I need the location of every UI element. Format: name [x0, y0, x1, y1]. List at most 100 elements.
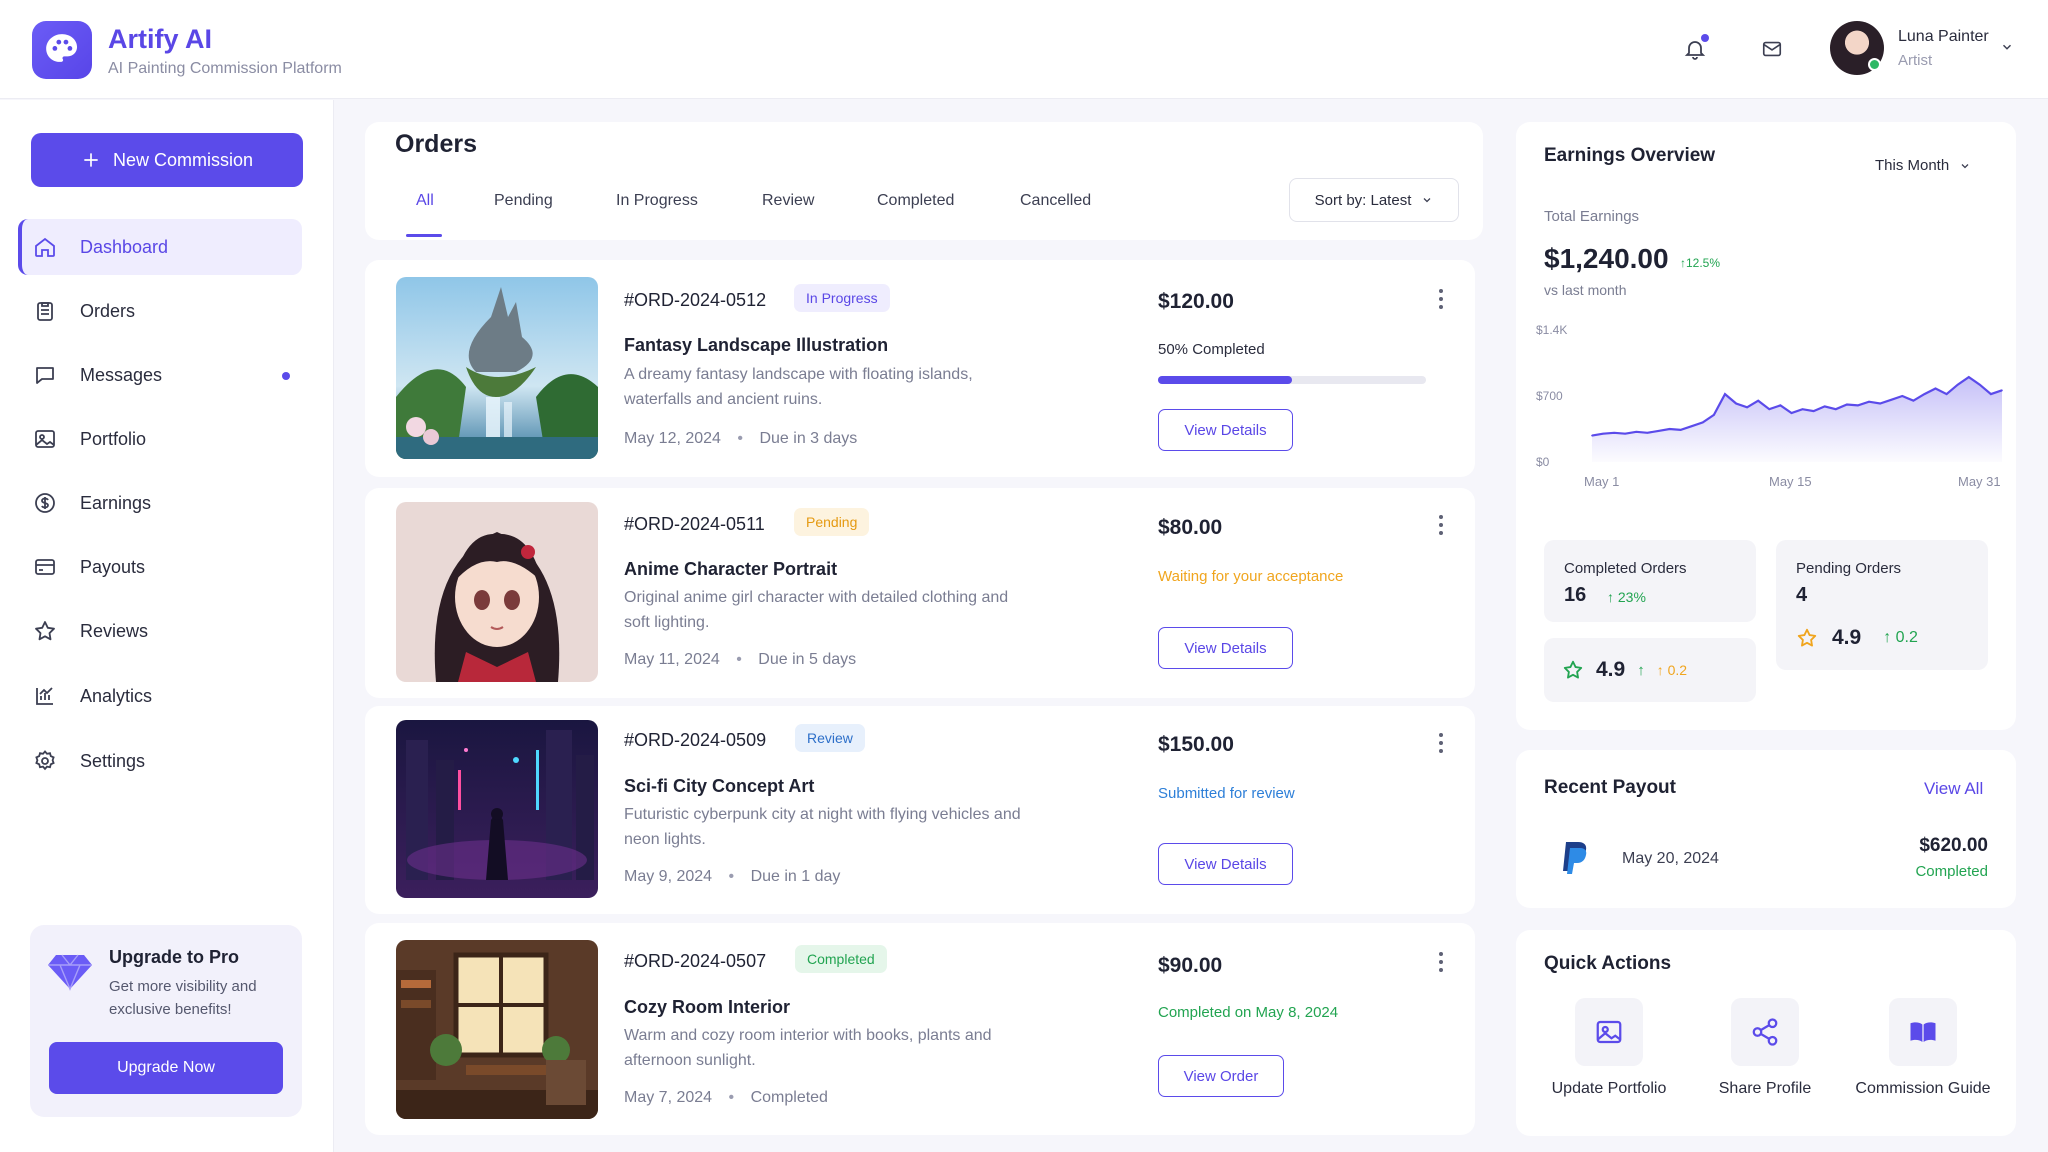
order-card[interactable]: #ORD-2024-0509 Review Sci-fi City Concep…	[365, 706, 1475, 914]
order-due: Due in 1 day	[750, 868, 841, 885]
earnings-point	[1602, 432, 1604, 435]
update-portfolio-label: Update Portfolio	[1551, 1080, 1667, 1097]
share-icon	[1731, 998, 1799, 1066]
x-tick-label: May 1	[1584, 474, 1619, 489]
star-icon	[32, 618, 58, 644]
app-subtitle: AI Painting Commission Platform	[108, 60, 342, 77]
arrow-up-icon: ↑	[1607, 589, 1614, 605]
order-card[interactable]: #ORD-2024-0507 Completed Cozy Room Inter…	[365, 923, 1475, 1135]
order-id: #ORD-2024-0511	[624, 514, 765, 534]
earnings-point	[1990, 393, 1992, 395]
upgrade-now-button[interactable]: Upgrade Now	[49, 1042, 283, 1094]
chat-icon	[32, 362, 58, 388]
tab-pending[interactable]: Pending	[494, 192, 553, 210]
order-status-text: Waiting for your acceptance	[1158, 568, 1344, 585]
order-price: $120.00	[1158, 290, 1234, 313]
sidebar-item-settings[interactable]: Settings	[18, 733, 302, 789]
update-portfolio-button[interactable]: Update Portfolio	[1539, 998, 1679, 1098]
order-id: #ORD-2024-0512	[624, 290, 767, 310]
share-profile-button[interactable]: Share Profile	[1695, 998, 1835, 1098]
y-tick-label: $0	[1536, 455, 1550, 469]
earnings-point	[1834, 408, 1837, 410]
unread-dot	[282, 372, 290, 380]
more-options-icon[interactable]	[1439, 733, 1445, 757]
sidebar-item-reviews[interactable]: Reviews	[18, 603, 302, 659]
chevron-down-icon	[1961, 163, 1969, 168]
sidebar-item-dashboard[interactable]: Dashboard	[18, 219, 302, 275]
order-id: #ORD-2024-0509	[624, 730, 767, 750]
sidebar-item-earnings[interactable]: Earnings	[18, 475, 302, 531]
x-tick-label: May 31	[1958, 474, 2001, 489]
quick-actions-title: Quick Actions	[1544, 953, 1672, 974]
view-details-button[interactable]: View Details	[1158, 627, 1293, 669]
bell-icon[interactable]	[1680, 34, 1710, 64]
order-thumbnail-scifi-city[interactable]	[396, 720, 598, 898]
period-dropdown[interactable]: This Month	[1875, 157, 1971, 174]
view-details-button[interactable]: View Details	[1158, 409, 1293, 451]
tab-completed[interactable]: Completed	[877, 192, 954, 210]
status-badge: Completed	[795, 945, 887, 973]
tab-all[interactable]: All	[416, 192, 434, 210]
earnings-point	[1912, 399, 1915, 402]
order-meta: May 11, 2024 • Due in 5 days	[624, 651, 857, 668]
status-badge: Pending	[794, 508, 870, 536]
rating-row: 4.9 ↑ 0.2	[1796, 626, 1918, 650]
sidebar-item-analytics[interactable]: Analytics	[18, 668, 302, 724]
gear-icon	[32, 748, 58, 774]
earnings-point	[1801, 408, 1804, 410]
order-description: Futuristic cyberpunk city at night with …	[624, 806, 1021, 848]
palette-logo-icon[interactable]	[32, 21, 92, 79]
upgrade-card: Upgrade to Pro Get more visibility and e…	[30, 925, 302, 1117]
sidebar-item-payouts[interactable]: Payouts	[18, 539, 302, 595]
order-price: $80.00	[1158, 516, 1223, 539]
commission-guide-button[interactable]: Commission Guide	[1853, 998, 1993, 1098]
sidebar-item-portfolio[interactable]: Portfolio	[18, 411, 302, 467]
mail-icon[interactable]	[1757, 34, 1787, 64]
new-commission-button[interactable]: New Commission	[31, 133, 303, 187]
completed-orders-change: ↑ 23%	[1607, 589, 1646, 605]
earnings-point	[1923, 393, 1926, 395]
view-details-button[interactable]: View Details	[1158, 843, 1293, 885]
chart-icon	[32, 683, 58, 709]
tab-cancelled[interactable]: Cancelled	[1020, 192, 1091, 210]
y-tick-label: $1.4K	[1536, 323, 1567, 337]
vs-last-month: vs last month	[1544, 282, 1627, 298]
order-meta: May 9, 2024 • Due in 1 day	[624, 868, 841, 885]
order-thumbnail-cozy-room[interactable]	[396, 940, 598, 1119]
order-card[interactable]: #ORD-2024-0512 In Progress Fantasy Lands…	[365, 260, 1475, 477]
order-title: Fantasy Landscape Illustration	[624, 335, 889, 355]
order-description: A dreamy fantasy landscape with floating…	[624, 366, 973, 408]
sidebar-item-messages[interactable]: Messages	[18, 347, 302, 403]
completed-orders-label: Completed Orders	[1564, 560, 1687, 577]
tab-in-progress[interactable]: In Progress	[616, 192, 698, 210]
more-options-icon[interactable]	[1439, 515, 1445, 539]
sidebar-item-label: Settings	[80, 750, 146, 771]
more-options-icon[interactable]	[1439, 289, 1445, 313]
order-thumbnail-fantasy-landscape[interactable]	[396, 277, 598, 459]
tab-review[interactable]: Review	[762, 192, 814, 210]
recent-payout-title: Recent Payout	[1544, 777, 1676, 798]
chevron-down-icon[interactable]	[2000, 40, 2014, 59]
user-role: Artist	[1898, 52, 1933, 69]
sort-dropdown[interactable]: Sort by: Latest	[1289, 178, 1459, 222]
order-card[interactable]: #ORD-2024-0511 Pending Anime Character P…	[365, 488, 1475, 698]
view-all-link[interactable]: View All	[1924, 779, 1983, 799]
order-status-text: Submitted for review	[1158, 785, 1295, 802]
completed-change-value: 23%	[1617, 589, 1646, 605]
order-description: Original anime girl character with detai…	[624, 589, 1009, 631]
earnings-point	[1690, 425, 1693, 427]
more-options-icon[interactable]	[1439, 952, 1445, 976]
earnings-point	[1846, 403, 1848, 406]
order-due: Due in 5 days	[758, 651, 857, 668]
top-header: Artify AI AI Painting Commission Platfor…	[0, 0, 2048, 99]
view-order-button[interactable]: View Order	[1158, 1055, 1284, 1097]
sidebar-item-orders[interactable]: Orders	[18, 283, 302, 339]
order-status-text: Completed on May 8, 2024	[1158, 1004, 1339, 1021]
diamond-icon	[48, 953, 92, 996]
user-name[interactable]: Luna Painter	[1898, 28, 1989, 46]
earnings-point	[1591, 434, 1593, 437]
order-thumbnail-anime-portrait[interactable]	[396, 502, 598, 682]
earnings-overview-card: Earnings Overview This Month Total Earni…	[1516, 122, 2016, 730]
earnings-point	[1768, 408, 1771, 410]
earnings-point	[1901, 395, 1904, 397]
